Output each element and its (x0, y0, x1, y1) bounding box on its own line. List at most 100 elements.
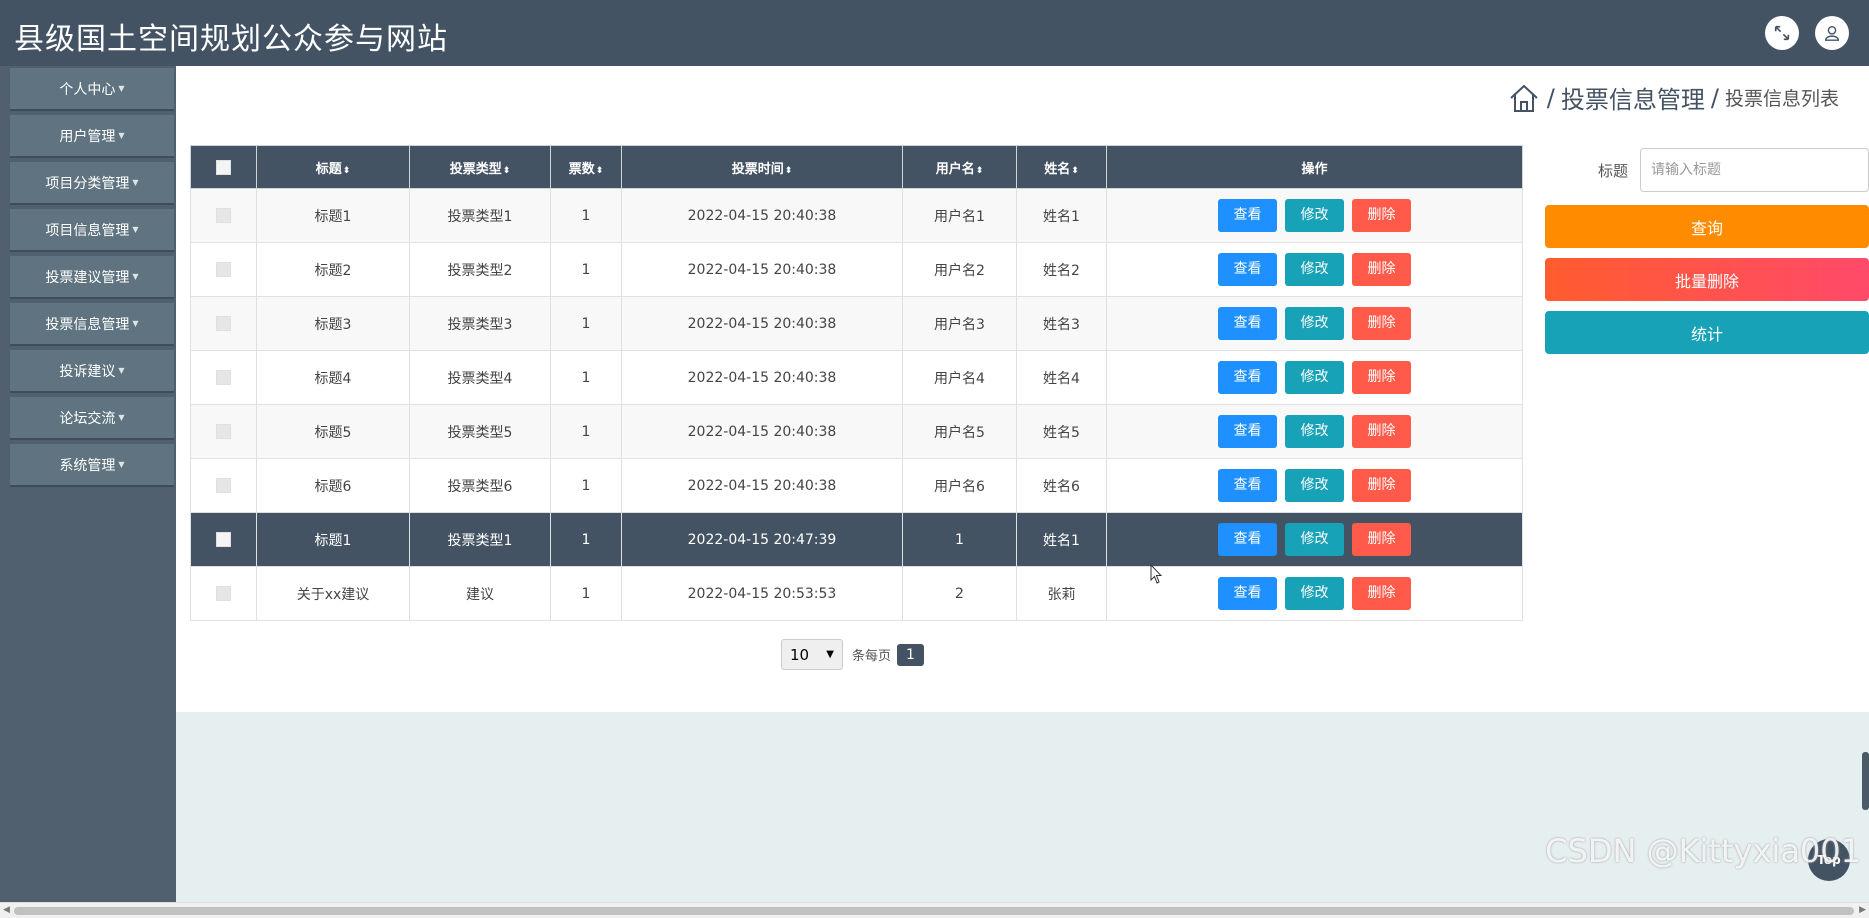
edit-button[interactable]: 修改 (1285, 307, 1344, 340)
delete-button[interactable]: 删除 (1352, 199, 1411, 232)
page-size-select[interactable]: 10 ▼ (781, 639, 843, 670)
view-button[interactable]: 查看 (1218, 577, 1277, 610)
row-checkbox[interactable] (216, 478, 231, 493)
delete-button[interactable]: 删除 (1352, 415, 1411, 448)
delete-button[interactable]: 删除 (1352, 307, 1411, 340)
cell-username: 用户名4 (902, 350, 1017, 405)
row-checkbox[interactable] (216, 262, 231, 277)
scroll-left-icon[interactable]: ◀ (3, 905, 10, 915)
cell-name: 姓名1 (1016, 188, 1107, 243)
delete-button[interactable]: 删除 (1352, 577, 1411, 610)
cell-name: 姓名2 (1016, 242, 1107, 297)
cell-actions: 查看 修改 删除 (1106, 188, 1523, 243)
sidebar: 个人中心 ▼ 用户管理 ▼ 项目分类管理 ▼ 项目信息管理 ▼ 投票建议管理 ▼ 投票信息… (0, 66, 176, 902)
row-checkbox[interactable] (216, 532, 231, 547)
sidebar-item-forum[interactable]: 论坛交流 ▼ (10, 397, 174, 440)
sidebar-item-user-management[interactable]: 用户管理 ▼ (10, 115, 174, 158)
fullscreen-button[interactable] (1765, 16, 1799, 50)
vertical-scrollbar[interactable] (1862, 752, 1869, 810)
breadcrumb-section[interactable]: 投票信息管理 (1561, 80, 1705, 115)
view-button[interactable]: 查看 (1218, 361, 1277, 394)
delete-button[interactable]: 删除 (1352, 361, 1411, 394)
page-number[interactable]: 1 (897, 643, 925, 666)
cell-actions: 查看 修改 删除 (1106, 404, 1523, 459)
delete-button[interactable]: 删除 (1352, 523, 1411, 556)
sidebar-item-complaints[interactable]: 投诉建议 ▼ (10, 350, 174, 393)
row-checkbox[interactable] (216, 424, 231, 439)
sidebar-item-label: 项目分类管理 (45, 175, 130, 192)
cell-type: 投票类型6 (409, 458, 551, 513)
cell-name: 姓名6 (1016, 458, 1107, 513)
sidebar-item-label: 项目信息管理 (45, 222, 130, 239)
breadcrumb: / 投票信息管理 / 投票信息列表 (1507, 80, 1839, 115)
col-title[interactable]: 标题⬍ (256, 145, 410, 189)
table-row: 标题5 投票类型5 1 2022-04-15 20:40:38 用户名5 姓名5… (190, 404, 1523, 459)
view-button[interactable]: 查看 (1218, 523, 1277, 556)
scrollbar-thumb[interactable] (14, 907, 1854, 915)
cell-time: 2022-04-15 20:40:38 (621, 188, 903, 243)
col-username[interactable]: 用户名⬍ (902, 145, 1017, 189)
view-button[interactable]: 查看 (1218, 469, 1277, 502)
chevron-down-icon: ▼ (118, 366, 125, 375)
table-header-row: 标题⬍ 投票类型⬍ 票数⬍ 投票时间⬍ 用户名⬍ 姓名⬍ 操作 (190, 145, 1523, 189)
col-time[interactable]: 投票时间⬍ (621, 145, 903, 189)
sidebar-item-personal-center[interactable]: 个人中心 ▼ (10, 68, 174, 111)
sidebar-item-label: 用户管理 (59, 128, 116, 145)
breadcrumb-separator: / (1546, 83, 1555, 112)
view-button[interactable]: 查看 (1218, 253, 1277, 286)
cell-type: 投票类型5 (409, 404, 551, 459)
view-button[interactable]: 查看 (1218, 307, 1277, 340)
col-name[interactable]: 姓名⬍ (1016, 145, 1107, 189)
cell-type: 投票类型2 (409, 242, 551, 297)
edit-button[interactable]: 修改 (1285, 523, 1344, 556)
home-icon[interactable] (1507, 81, 1541, 115)
view-button[interactable]: 查看 (1218, 199, 1277, 232)
chevron-down-icon: ▼ (826, 649, 834, 660)
edit-button[interactable]: 修改 (1285, 577, 1344, 610)
cell-username: 用户名6 (902, 458, 1017, 513)
row-checkbox[interactable] (216, 370, 231, 385)
table-row: 关于xx建议 建议 1 2022-04-15 20:53:53 2 张莉 查看修… (190, 566, 1523, 621)
edit-button[interactable]: 修改 (1285, 199, 1344, 232)
cell-type: 投票类型4 (409, 350, 551, 405)
sort-icon: ⬍ (784, 165, 793, 176)
query-button[interactable]: 查询 (1545, 205, 1869, 248)
sidebar-item-project-info[interactable]: 项目信息管理 ▼ (10, 209, 174, 252)
sidebar-item-system[interactable]: 系统管理 ▼ (10, 444, 174, 487)
cell-name: 姓名1 (1016, 512, 1107, 567)
table-row: 标题1 投票类型1 1 2022-04-15 20:40:38 用户名1 姓名1… (190, 188, 1523, 243)
cell-votes: 1 (550, 458, 622, 513)
cell-title: 标题1 (256, 512, 410, 567)
cell-votes: 1 (550, 512, 622, 567)
sidebar-item-project-category[interactable]: 项目分类管理 ▼ (10, 162, 174, 205)
delete-button[interactable]: 删除 (1352, 469, 1411, 502)
cell-actions: 查看 修改 删除 (1106, 350, 1523, 405)
cell-actions: 查看 修改 删除 (1106, 458, 1523, 513)
edit-button[interactable]: 修改 (1285, 253, 1344, 286)
vote-info-table: 标题⬍ 投票类型⬍ 票数⬍ 投票时间⬍ 用户名⬍ 姓名⬍ 操作 标题1 投票类型… (190, 145, 1523, 621)
cell-time: 2022-04-15 20:40:38 (621, 350, 903, 405)
col-votes[interactable]: 票数⬍ (550, 145, 622, 189)
row-checkbox[interactable] (216, 586, 231, 601)
sort-icon: ⬍ (595, 165, 604, 176)
title-search-input[interactable] (1640, 148, 1869, 192)
stats-button[interactable]: 统计 (1545, 311, 1869, 354)
view-button[interactable]: 查看 (1218, 415, 1277, 448)
select-all-checkbox[interactable] (216, 159, 231, 175)
edit-button[interactable]: 修改 (1285, 469, 1344, 502)
cell-time: 2022-04-15 20:53:53 (621, 566, 903, 621)
edit-button[interactable]: 修改 (1285, 415, 1344, 448)
batch-delete-button[interactable]: 批量删除 (1545, 258, 1869, 301)
col-type[interactable]: 投票类型⬍ (409, 145, 551, 189)
edit-button[interactable]: 修改 (1285, 361, 1344, 394)
sidebar-item-vote-suggestion[interactable]: 投票建议管理 ▼ (10, 256, 174, 299)
delete-button[interactable]: 删除 (1352, 253, 1411, 286)
row-checkbox[interactable] (216, 316, 231, 331)
scroll-right-icon[interactable]: ▶ (1859, 905, 1866, 915)
chevron-down-icon: ▼ (118, 460, 125, 469)
sidebar-item-vote-info[interactable]: 投票信息管理 ▼ (10, 303, 174, 346)
user-button[interactable] (1815, 16, 1849, 50)
fullscreen-icon (1774, 25, 1790, 41)
row-checkbox[interactable] (216, 208, 231, 223)
horizontal-scrollbar[interactable]: ◀ ▶ (0, 902, 1869, 918)
